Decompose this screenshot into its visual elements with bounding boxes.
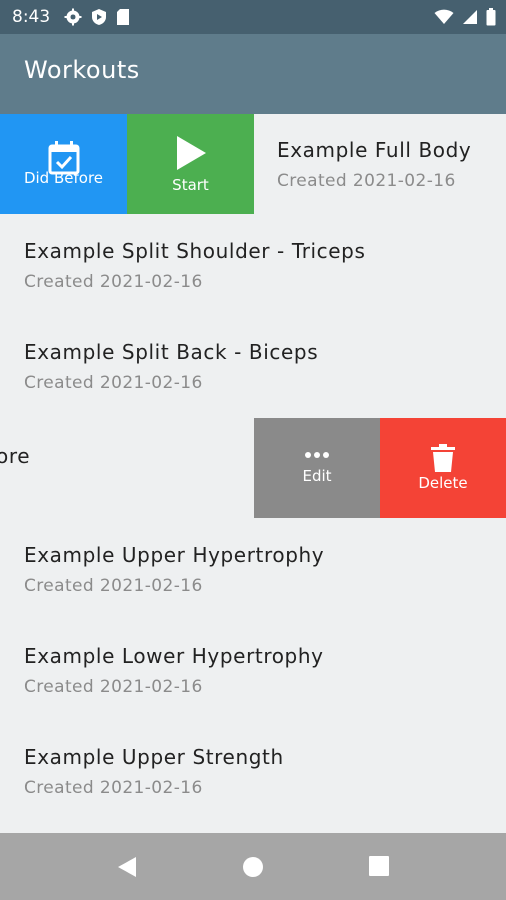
list-item[interactable]: Example Split Shoulder - Triceps Created… <box>0 215 506 315</box>
cell-signal-icon <box>463 10 477 24</box>
list-item[interactable]: Example Split Back - Biceps Created 2021… <box>0 316 506 416</box>
status-time: 8:43 <box>12 7 51 27</box>
more-dots-icon <box>305 452 329 458</box>
workout-created: Created 2021-02-16 <box>24 677 203 697</box>
wifi-icon <box>434 9 454 24</box>
workout-title: Example Full Body <box>277 138 472 162</box>
list-item[interactable]: Example Upper Hypertrophy Created 2021-0… <box>0 519 506 619</box>
workout-created: Created 2021-02-16 <box>24 272 203 292</box>
shield-play-icon <box>92 9 106 25</box>
settings-icon <box>64 8 82 26</box>
workout-created: Created 2021-02-16 <box>24 576 203 596</box>
workout-created: Created 2021-02-16 <box>24 778 203 798</box>
start-button[interactable]: Start <box>127 114 254 214</box>
system-nav-bar <box>0 833 506 900</box>
back-icon[interactable] <box>116 855 138 879</box>
trash-icon <box>431 444 455 472</box>
workout-title: Example Split Back - Biceps <box>24 340 319 364</box>
workout-created: Created 2021-02-16 <box>24 373 203 393</box>
status-bar: 8:43 <box>0 0 506 34</box>
list-item[interactable]: Did Before Start Example Full Body Creat… <box>0 114 506 214</box>
delete-label: Delete <box>418 474 468 492</box>
list-item[interactable]: ore Edit Delete <box>0 418 506 518</box>
delete-button[interactable]: Delete <box>380 418 506 518</box>
workout-created: Created 2021-02-16 <box>277 171 456 191</box>
list-item[interactable]: Example Lower Hypertrophy Created 2021-0… <box>0 620 506 720</box>
did-before-label: Did Before <box>23 169 104 187</box>
workout-title: Example Split Shoulder - Triceps <box>24 239 366 263</box>
recents-icon[interactable] <box>369 856 389 876</box>
edit-button[interactable]: Edit <box>254 418 380 518</box>
play-icon <box>176 136 206 170</box>
sd-card-icon <box>117 9 129 25</box>
workout-title: Example Upper Hypertrophy <box>24 543 325 567</box>
page-title: Workouts <box>24 56 140 84</box>
app-bar: Workouts <box>0 34 506 114</box>
start-label: Start <box>172 176 209 194</box>
workout-title: Example Upper Strength <box>24 745 284 769</box>
battery-icon <box>486 8 496 26</box>
workout-title: ore <box>0 444 31 468</box>
workout-title: Example Lower Hypertrophy <box>24 644 324 668</box>
edit-label: Edit <box>302 467 332 485</box>
home-icon[interactable] <box>242 856 264 878</box>
did-before-button[interactable]: Did Before <box>0 114 127 214</box>
list-item[interactable]: Example Upper Strength Created 2021-02-1… <box>0 721 506 821</box>
